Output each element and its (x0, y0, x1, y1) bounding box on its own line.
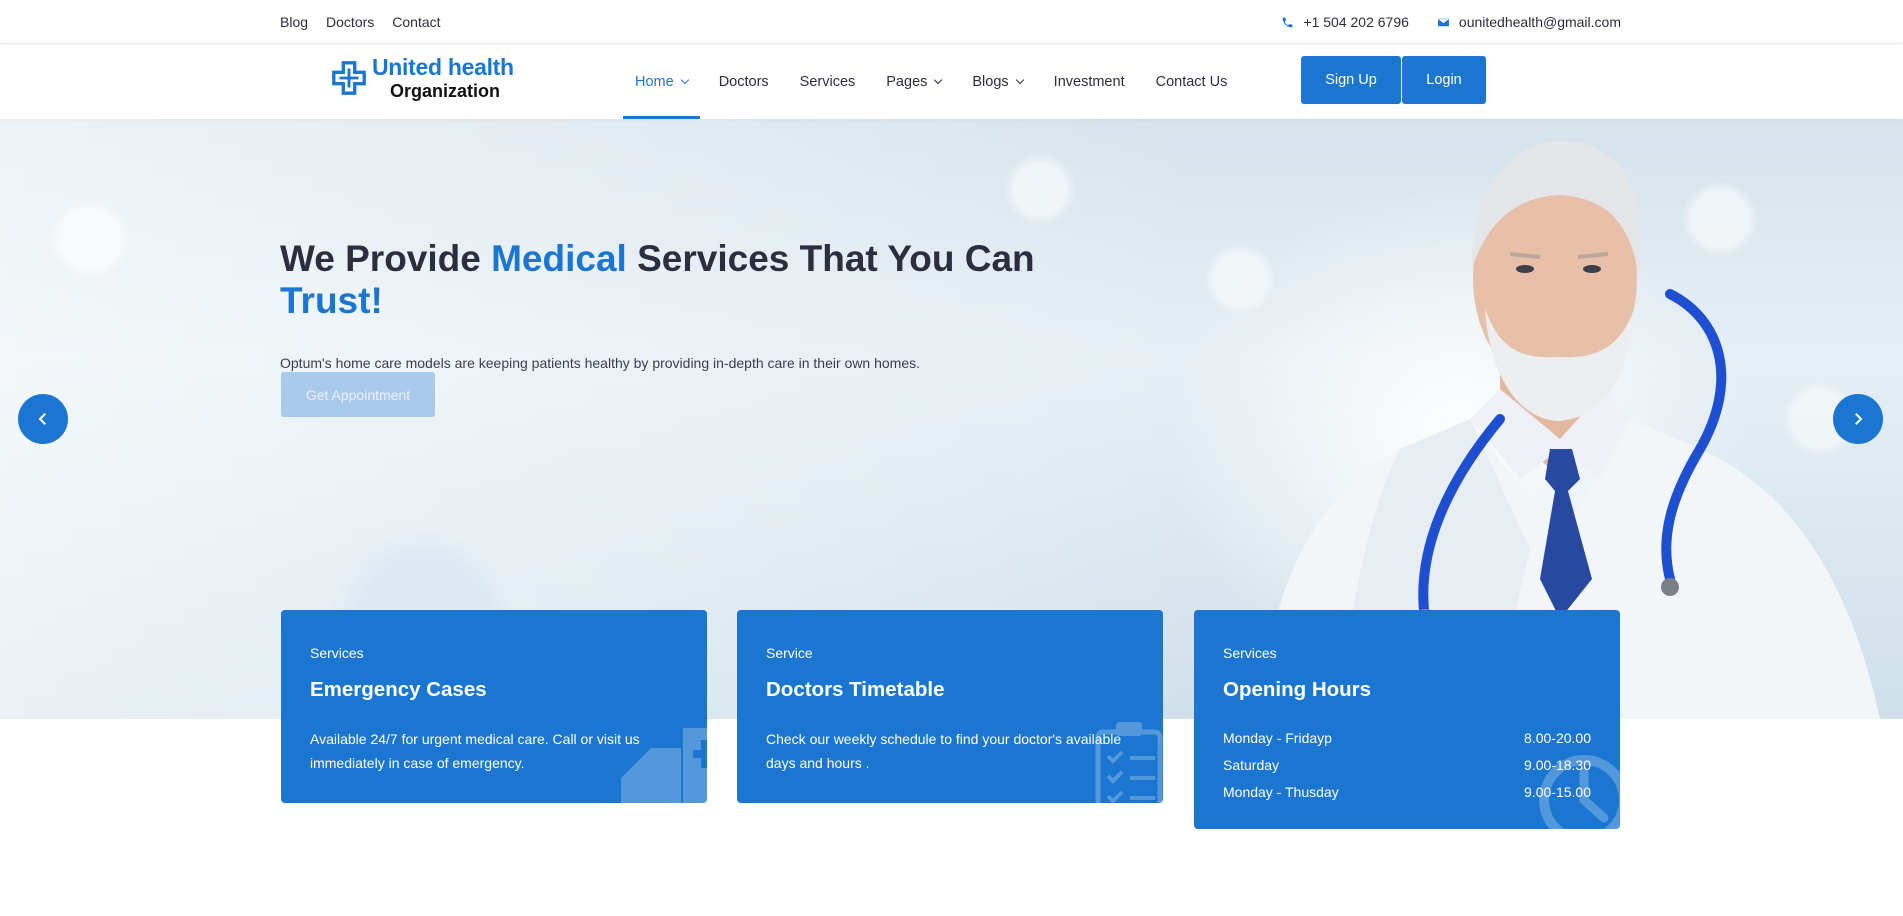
chevron-left-icon (38, 413, 46, 425)
phone-icon (1283, 17, 1293, 27)
clock-icon (1539, 755, 1620, 829)
clipboard-icon (1095, 722, 1163, 803)
hours-time: 8.00-20.00 (1524, 729, 1591, 746)
nav-contact-us-label: Contact Us (1155, 74, 1228, 90)
sign-up-button[interactable]: Sign Up (1301, 56, 1401, 104)
card-label: Service (766, 645, 813, 661)
top-link-doctors[interactable]: Doctors (326, 14, 374, 30)
card-description: Check our weekly schedule to find your d… (766, 731, 1122, 771)
hours-day: Monday - Fridayp (1223, 729, 1332, 746)
hero-title: We Provide Medical Services That You Can… (280, 238, 1040, 322)
nav-services-label: Services (799, 74, 856, 90)
hero-title-part2: Services That You Can (626, 238, 1035, 279)
phone-number: +1 504 202 6796 (1303, 14, 1409, 30)
emergency-card: Services Emergency Cases Available 24/7 … (281, 610, 707, 803)
nav-contact-us[interactable]: Contact Us (1144, 45, 1240, 119)
nav-doctors-label: Doctors (718, 74, 769, 90)
nav-blogs-label: Blogs (972, 74, 1009, 90)
nav-investment-label: Investment (1053, 74, 1125, 90)
chevron-down-icon (934, 75, 943, 85)
email-contact[interactable]: ounitedhealth@gmail.com (1437, 14, 1621, 30)
nav-doctors[interactable]: Doctors (707, 45, 781, 119)
nav-pages[interactable]: Pages (874, 45, 953, 119)
logo-text-line1: United health (372, 54, 514, 80)
chevron-down-icon (680, 75, 689, 85)
hero-title-part1: We Provide (280, 238, 492, 279)
hours-day: Saturday (1223, 756, 1280, 773)
card-title: Emergency Cases (310, 678, 487, 701)
hero-title-highlight1: Medical (491, 238, 627, 279)
chevron-right-icon (1855, 413, 1863, 425)
hours-row: Monday - Fridayp 8.00-20.00 (1223, 724, 1591, 751)
phone-contact[interactable]: +1 504 202 6796 (1281, 14, 1409, 30)
nav-home-label: Home (635, 74, 674, 90)
main-nav: Home Doctors Services Pages Blogs Invest… (623, 45, 1246, 119)
hours-day: Monday - Thusday (1223, 783, 1339, 800)
hero-title-highlight2: Trust! (280, 280, 383, 321)
slider-prev-button[interactable] (18, 394, 68, 444)
card-label: Services (310, 645, 364, 661)
nav-pages-label: Pages (886, 74, 928, 90)
nav-blogs[interactable]: Blogs (960, 45, 1034, 119)
nav-services[interactable]: Services (788, 45, 868, 119)
doctors-timetable-card: Service Doctors Timetable Check our week… (737, 610, 1163, 803)
nav-investment[interactable]: Investment (1042, 45, 1137, 119)
top-contact: +1 504 202 6796 ounitedhealth@gmail.com (1281, 14, 1621, 30)
slider-next-button[interactable] (1833, 394, 1883, 444)
chevron-down-icon (1015, 75, 1024, 85)
ambulance-icon (621, 728, 707, 803)
card-title: Opening Hours (1223, 678, 1372, 701)
email-address: ounitedhealth@gmail.com (1458, 14, 1621, 30)
get-appointment-button[interactable]: Get Appointment (281, 372, 435, 417)
envelope-icon (1437, 18, 1449, 26)
top-link-blog[interactable]: Blog (280, 14, 308, 30)
login-button[interactable]: Login (1402, 56, 1486, 104)
opening-hours-card: Services Opening Hours Monday - Fridayp … (1194, 610, 1620, 829)
hero-subtitle: Optum's home care models are keeping pat… (280, 355, 921, 371)
medical-cross-logo-icon (332, 61, 366, 95)
top-bar: Blog Doctors Contact +1 504 202 6796 oun… (0, 0, 1903, 44)
main-header: United health Organization Home Doctors … (0, 45, 1903, 119)
logo-text-line2: Organization (390, 81, 501, 101)
nav-home[interactable]: Home (623, 45, 700, 119)
card-label: Services (1223, 645, 1277, 661)
logo[interactable]: United health Organization (330, 56, 514, 100)
top-link-contact[interactable]: Contact (392, 14, 440, 30)
top-links: Blog Doctors Contact (280, 14, 441, 30)
card-title: Doctors Timetable (766, 678, 945, 701)
